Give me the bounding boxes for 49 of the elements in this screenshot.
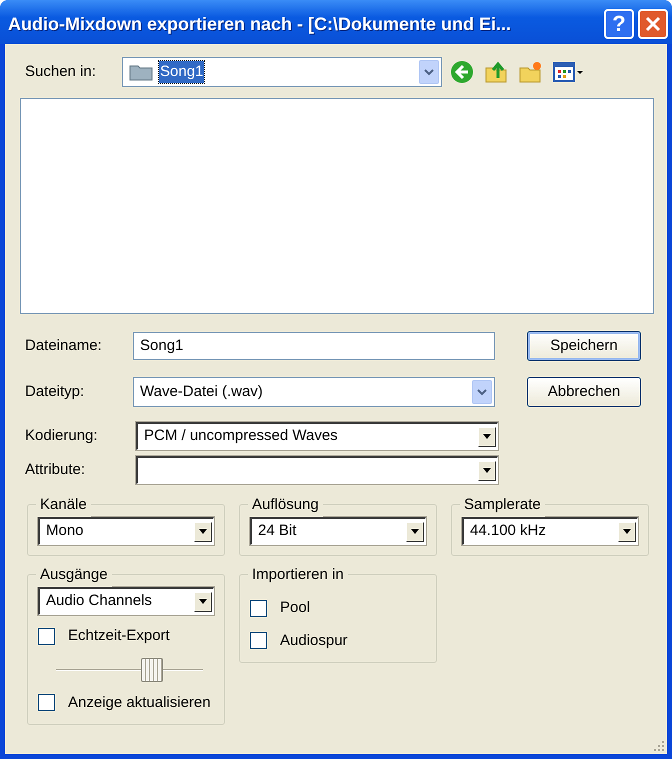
view-menu-icon[interactable] [552,60,584,84]
folder-icon [129,63,153,81]
window-title: Audio-Mixdown exportieren nach - [C:\Dokumente und Ei... [8,12,512,36]
close-button[interactable] [638,9,668,39]
back-icon[interactable] [450,60,474,84]
dropdown-value: 44.100 kHz [470,521,546,542]
caret-down-icon [623,529,631,534]
caret-down-icon [199,599,207,604]
checkbox-label: Pool [280,598,310,618]
checkbox-label: Echtzeit-Export [68,626,170,646]
caret-down-icon [483,468,491,473]
dropdown-value: Wave-Datei (.wav) [140,382,263,402]
field-value: Song1 [140,336,184,356]
checkbox-label: Audiospur [280,630,348,650]
slider-thumb[interactable] [141,658,163,682]
save-button[interactable]: Speichern [527,331,641,361]
dropdown[interactable]: 44.100 kHz [462,517,638,545]
look-in-value: Song1 [159,60,204,84]
file-name-field[interactable]: Song1 [133,332,495,360]
caret-down-icon [483,434,491,439]
dropdown-value: Audio Channels [46,591,152,612]
field-label: Dateityp: [24,382,86,402]
checkbox-label: Anzeige aktualisieren [68,692,211,712]
dropdown-value: Mono [46,521,84,542]
dropdown-value: 24 Bit [258,521,296,542]
help-button[interactable]: ? [604,9,634,39]
dropdown[interactable]: PCM / uncompressed Waves [136,422,498,450]
folder-up-icon[interactable] [484,60,508,84]
checkbox[interactable] [250,600,267,617]
dropdown[interactable]: Mono [38,517,214,545]
dropdown[interactable]: 24 Bit [250,517,426,545]
caret-down-icon [411,529,419,534]
dropdown-value: PCM / uncompressed Waves [144,426,338,446]
look-in-dropdown[interactable]: Song1 [122,57,442,87]
file-type-dropdown[interactable]: Wave-Datei (.wav) [133,377,495,407]
dropdown[interactable] [136,456,498,484]
close-icon [645,16,661,32]
cancel-button[interactable]: Abbrechen [527,377,641,407]
dropdown[interactable]: Audio Channels [38,587,214,615]
field-label: Kodierung: [24,426,99,446]
field-label: Attribute: [24,460,86,480]
checkbox[interactable] [38,628,55,645]
look-in-label: Suchen in: [24,62,97,82]
checkbox[interactable] [38,694,55,712]
resize-grip-icon [653,740,665,752]
slider[interactable] [56,658,203,682]
checkbox[interactable] [250,632,267,650]
field-label: Dateiname: [24,336,103,356]
caret-down-icon [199,529,207,534]
